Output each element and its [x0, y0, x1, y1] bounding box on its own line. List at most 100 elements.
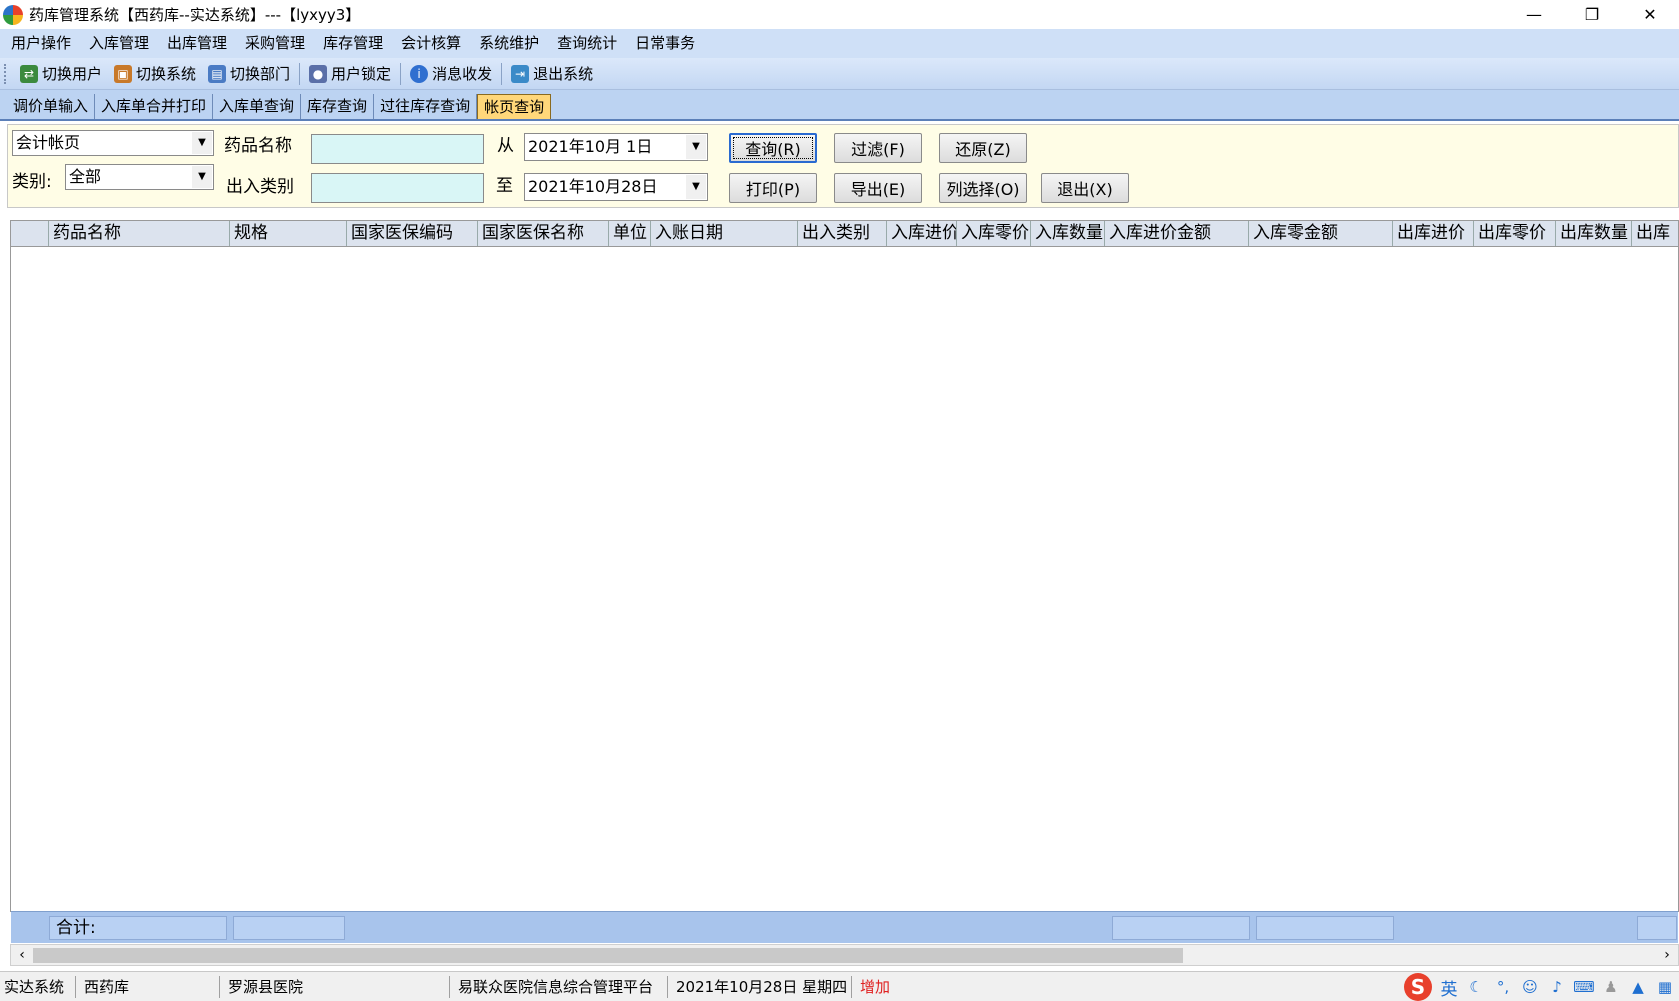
footer-cell	[1637, 916, 1677, 940]
grid-body[interactable]	[11, 247, 1678, 873]
message-button[interactable]: i 消息收发	[404, 60, 498, 88]
inout-type-label: 出入类别	[226, 177, 294, 197]
tab-ledger-query[interactable]: 帐页查询	[477, 94, 552, 119]
date-to-picker[interactable]: 2021年10月28日 ▼	[524, 173, 708, 201]
ime-lang-toggle[interactable]: 英	[1439, 977, 1459, 1000]
switch-system-label: 切换系统	[136, 65, 197, 83]
chevron-down-icon[interactable]: ▼	[192, 132, 212, 154]
minimize-button[interactable]: —	[1505, 0, 1563, 29]
tab-strip: 调价单输入 入库单合并打印 入库单查询 库存查询 过往库存查询 帐页查询	[0, 90, 1679, 121]
punctuation-icon[interactable]: °,	[1493, 977, 1513, 997]
filter-button[interactable]: 过滤(F)	[834, 133, 922, 163]
chevron-down-icon[interactable]: ▼	[686, 135, 706, 159]
user-icon[interactable]: ♟	[1601, 977, 1621, 997]
toolbar-grip[interactable]	[4, 63, 8, 84]
chevron-down-icon[interactable]: ▼	[192, 166, 212, 188]
switch-department-icon: ▤	[208, 64, 227, 83]
status-department: 西药库	[80, 976, 220, 998]
col-inout-type[interactable]: 出入类别	[798, 221, 887, 246]
skin-icon[interactable]: ▲	[1628, 977, 1648, 997]
close-button[interactable]: ✕	[1621, 0, 1679, 29]
toolbar-separator	[501, 62, 503, 85]
col-insurance-code[interactable]: 国家医保编码	[347, 221, 478, 246]
col-unit[interactable]: 单位	[609, 221, 651, 246]
title-bar: 药库管理系统【西药库--实达系统】---【lyxyy3】 — ❐ ✕	[0, 0, 1679, 29]
col-spec[interactable]: 规格	[230, 221, 347, 246]
restore-button[interactable]: ❐	[1563, 0, 1621, 29]
toolbar-separator	[400, 62, 402, 85]
col-in-cost-price[interactable]: 入库进价	[887, 221, 957, 246]
horizontal-scrollbar[interactable]: ‹ ›	[10, 944, 1679, 966]
ledger-grid: 药品名称 规格 国家医保编码 国家医保名称 单位 入账日期 出入类别 入库进价 …	[10, 220, 1679, 943]
category-label: 类别:	[12, 172, 52, 192]
switch-department-label: 切换部门	[230, 65, 291, 83]
window-title: 药库管理系统【西药库--实达系统】---【lyxyy3】	[29, 6, 361, 24]
col-out-cost-price[interactable]: 出库进价	[1393, 221, 1474, 246]
menu-accounting[interactable]: 会计核算	[392, 29, 470, 58]
date-from-picker[interactable]: 2021年10月 1日 ▼	[524, 133, 708, 161]
microphone-icon[interactable]: ♪	[1547, 977, 1567, 997]
col-insurance-name[interactable]: 国家医保名称	[478, 221, 609, 246]
user-lock-icon: ●	[309, 64, 328, 83]
menu-maintenance[interactable]: 系统维护	[470, 29, 548, 58]
col-in-cost-amount[interactable]: 入库进价金额	[1105, 221, 1249, 246]
restore-filter-button[interactable]: 还原(Z)	[939, 133, 1027, 163]
scroll-right-icon[interactable]: ›	[1657, 946, 1677, 964]
menu-inventory[interactable]: 库存管理	[314, 29, 392, 58]
status-bar: 实达系统 西药库 罗源县医院 易联众医院信息综合管理平台 2021年10月28日…	[0, 971, 1679, 1001]
col-out-retail-price[interactable]: 出库零价	[1474, 221, 1556, 246]
switch-user-button[interactable]: ⇄ 切换用户	[14, 60, 108, 88]
col-in-retail-amount[interactable]: 入库零金额	[1249, 221, 1393, 246]
tab-past-stock-query[interactable]: 过往库存查询	[374, 94, 478, 119]
menu-inbound[interactable]: 入库管理	[80, 29, 158, 58]
emoji-icon[interactable]: ☺	[1520, 977, 1540, 997]
col-out-more[interactable]: 出库	[1632, 221, 1678, 246]
export-button[interactable]: 导出(E)	[834, 173, 922, 203]
col-in-retail-price[interactable]: 入库零价	[957, 221, 1031, 246]
menu-query-stats[interactable]: 查询统计	[548, 29, 626, 58]
print-button[interactable]: 打印(P)	[729, 173, 817, 203]
date-from-label: 从	[497, 136, 514, 156]
scrollbar-thumb[interactable]	[33, 948, 1183, 963]
grid-header: 药品名称 规格 国家医保编码 国家医保名称 单位 入账日期 出入类别 入库进价 …	[11, 221, 1678, 247]
window-controls: — ❐ ✕	[1505, 0, 1679, 29]
sogou-ime-icon[interactable]: S	[1404, 973, 1432, 1001]
keyboard-icon[interactable]: ⌨	[1573, 977, 1595, 997]
switch-department-button[interactable]: ▤ 切换部门	[202, 60, 296, 88]
switch-system-button[interactable]: ▣ 切换系统	[108, 60, 202, 88]
col-in-quantity[interactable]: 入库数量	[1031, 221, 1105, 246]
category-select[interactable]: 全部 ▼	[65, 164, 214, 190]
date-to-value: 2021年10月28日	[528, 177, 658, 196]
tab-stock-query[interactable]: 库存查询	[301, 94, 375, 119]
switch-user-label: 切换用户	[42, 65, 103, 83]
tab-inbound-merge-print[interactable]: 入库单合并打印	[95, 94, 214, 119]
user-lock-button[interactable]: ● 用户锁定	[303, 60, 397, 88]
column-select-button[interactable]: 列选择(O)	[939, 173, 1027, 203]
tab-inbound-query[interactable]: 入库单查询	[213, 94, 302, 119]
col-entry-date[interactable]: 入账日期	[651, 221, 798, 246]
menu-purchase[interactable]: 采购管理	[236, 29, 314, 58]
row-indicator-header	[11, 221, 49, 246]
menu-outbound[interactable]: 出库管理	[158, 29, 236, 58]
status-hospital: 罗源县医院	[224, 976, 450, 998]
ledger-type-select[interactable]: 会计帐页 ▼	[12, 130, 214, 156]
status-system: 实达系统	[0, 976, 76, 998]
toolbar-separator	[299, 62, 301, 85]
switch-system-icon: ▣	[114, 64, 133, 83]
query-button[interactable]: 查询(R)	[729, 133, 817, 163]
user-lock-label: 用户锁定	[331, 65, 392, 83]
switch-user-icon: ⇄	[20, 64, 38, 83]
col-drug-name[interactable]: 药品名称	[49, 221, 230, 246]
col-out-quantity[interactable]: 出库数量	[1556, 221, 1632, 246]
tab-price-adjust[interactable]: 调价单输入	[7, 94, 96, 119]
drug-name-input[interactable]	[311, 134, 484, 164]
toolbox-icon[interactable]: ▦	[1655, 977, 1675, 997]
moon-icon[interactable]: ☾	[1466, 977, 1486, 997]
scroll-left-icon[interactable]: ‹	[12, 946, 32, 964]
exit-system-button[interactable]: ⇥ 退出系统	[505, 60, 599, 88]
menu-daily[interactable]: 日常事务	[626, 29, 704, 58]
inout-type-input[interactable]	[311, 173, 484, 203]
exit-button[interactable]: 退出(X)	[1041, 173, 1129, 203]
menu-user-ops[interactable]: 用户操作	[2, 29, 80, 58]
chevron-down-icon[interactable]: ▼	[686, 175, 706, 199]
